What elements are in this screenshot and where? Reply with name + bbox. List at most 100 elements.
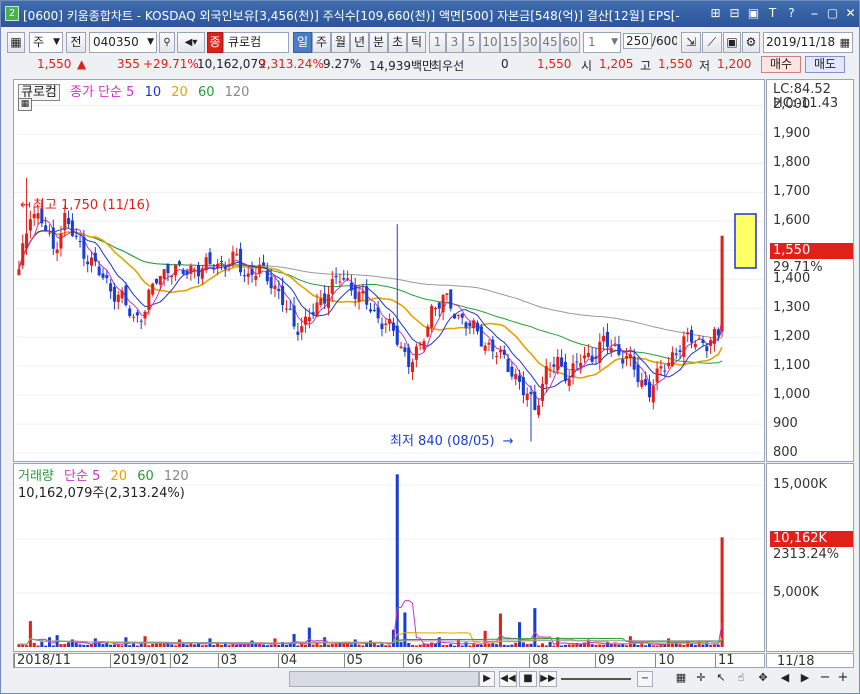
volume-change-pct: 2,313.24% <box>259 57 324 71</box>
buy-button[interactable]: 매수 <box>761 56 801 73</box>
zoom-slider[interactable] <box>561 678 631 680</box>
candle <box>483 342 487 355</box>
period-button-month[interactable]: 월 <box>331 32 350 53</box>
maximize-icon[interactable]: ▢ <box>825 6 840 21</box>
help-icon[interactable]: ? <box>784 6 799 21</box>
search-icon[interactable]: ⚲ <box>159 32 175 53</box>
minute-button-30[interactable]: 30 <box>520 32 540 53</box>
volume-bar <box>40 641 44 647</box>
rewind-icon[interactable]: ◀◀ <box>499 671 517 687</box>
volume-bar <box>621 644 625 647</box>
sell-button[interactable]: 매도 <box>805 56 845 73</box>
volume-bar <box>605 642 609 647</box>
interval-select[interactable]: 1 ▼ <box>583 32 621 53</box>
volume-bar <box>487 643 491 647</box>
split-icon[interactable]: ⊟ <box>727 6 742 21</box>
period-button-minute[interactable]: 분 <box>369 32 388 53</box>
volume-bar <box>36 645 40 647</box>
zoom-out-icon[interactable]: − <box>637 671 653 687</box>
minus-icon[interactable]: − <box>817 671 833 687</box>
candle <box>582 346 587 363</box>
volume-bar <box>609 644 613 647</box>
minimize-icon[interactable]: ⎯ <box>807 6 822 21</box>
minute-button-60[interactable]: 60 <box>560 32 580 53</box>
draw-tool-icon[interactable]: ⟋ <box>702 32 722 53</box>
scroll-left-icon[interactable]: ◀ <box>777 671 793 687</box>
candle <box>594 347 598 364</box>
candle <box>376 300 380 324</box>
candle <box>135 309 139 323</box>
minute-button-15[interactable]: 15 <box>500 32 520 53</box>
gear-icon[interactable]: ⚙ <box>742 32 760 53</box>
prev-button[interactable]: 전 <box>66 32 86 53</box>
period-button-year[interactable]: 년 <box>350 32 369 53</box>
price-change: 355 <box>117 57 140 71</box>
plus-icon[interactable]: + <box>835 671 851 687</box>
candle <box>540 376 545 407</box>
candle <box>51 219 55 255</box>
stop-icon[interactable]: ■ <box>519 671 537 687</box>
minute-button-1[interactable]: 1 <box>429 32 446 53</box>
bar-count-input[interactable]: 250 <box>623 33 652 49</box>
date-input[interactable]: 2019/11/18 ▦ <box>763 32 853 53</box>
scroll-right-small-icon[interactable]: ▶ <box>797 671 813 687</box>
volume-bar <box>304 644 308 647</box>
left-arrow-icon: ↤ <box>20 198 31 213</box>
candle <box>510 361 514 380</box>
move-icon[interactable]: ✥ <box>755 671 771 687</box>
bar-count[interactable]: 250/600 <box>623 32 677 53</box>
volume-bar <box>284 644 288 647</box>
minute-button-10[interactable]: 10 <box>480 32 500 53</box>
volume-bar <box>151 643 155 647</box>
grid-icon[interactable]: ▦ <box>7 32 25 53</box>
horizontal-scrollbar[interactable] <box>289 671 479 687</box>
candle <box>502 345 506 359</box>
volume-bar <box>701 644 705 647</box>
candle <box>560 349 564 368</box>
period-button-week[interactable]: 주 <box>312 32 331 53</box>
price-tick-label: 1,000 <box>773 387 811 403</box>
candle <box>70 213 74 237</box>
screen-icon[interactable]: ▣ <box>746 6 761 21</box>
arrow-icon[interactable]: ↖ <box>713 671 729 687</box>
period-button-day[interactable]: 일 <box>293 32 312 53</box>
volume-bar <box>407 642 411 647</box>
candle <box>67 210 71 229</box>
period-button-tick[interactable]: 틱 <box>407 32 426 53</box>
layout-icon[interactable]: ⊞ <box>708 6 723 21</box>
volume-bar <box>334 643 338 647</box>
grid-toggle-icon[interactable]: ▦ <box>673 671 689 687</box>
stock-code-input[interactable]: 040350 ▼ <box>89 32 157 53</box>
volume-bar <box>567 644 571 647</box>
scroll-right-icon[interactable]: ▶ <box>479 671 495 687</box>
minute-button-45[interactable]: 45 <box>540 32 560 53</box>
save-icon[interactable]: ▣ <box>723 32 741 53</box>
remaining-qty: 0 <box>501 57 509 71</box>
candle <box>204 253 208 274</box>
fast-forward-icon[interactable]: ▶▶ <box>539 671 557 687</box>
candle <box>640 372 644 390</box>
price-chart-panel[interactable]: 큐로컴 종가 단순 5 10 20 60 120 ▦ ↤ 최고 1,750 (11… <box>13 79 765 462</box>
volume-bar <box>506 645 510 647</box>
minute-button-3[interactable]: 3 <box>446 32 463 53</box>
table-icon[interactable]: ▦ <box>18 98 32 111</box>
zoom-in-icon[interactable]: ⇲ <box>681 32 701 53</box>
candle <box>258 257 262 278</box>
volume-chart-panel[interactable]: 거래량 단순 5 20 60 120 10,162,079주(2,313.24%… <box>13 463 765 652</box>
volume-bar <box>655 645 659 647</box>
text-size-icon[interactable]: T <box>765 6 780 21</box>
period-select[interactable]: 주 ▼ <box>29 32 63 53</box>
candle <box>403 342 407 357</box>
hand-icon[interactable]: ☝ <box>733 671 749 687</box>
crosshair-icon[interactable]: ✛ <box>693 671 709 687</box>
candle <box>571 354 575 385</box>
minute-button-5[interactable]: 5 <box>463 32 480 53</box>
candle <box>44 216 48 232</box>
volume-bar <box>269 645 273 647</box>
period-button-second[interactable]: 초 <box>388 32 407 53</box>
candle <box>537 398 541 419</box>
candle <box>609 339 613 357</box>
speaker-icon[interactable]: ◀▾ <box>177 32 205 53</box>
volume-bar <box>518 622 522 647</box>
close-icon[interactable]: ✕ <box>843 6 858 21</box>
